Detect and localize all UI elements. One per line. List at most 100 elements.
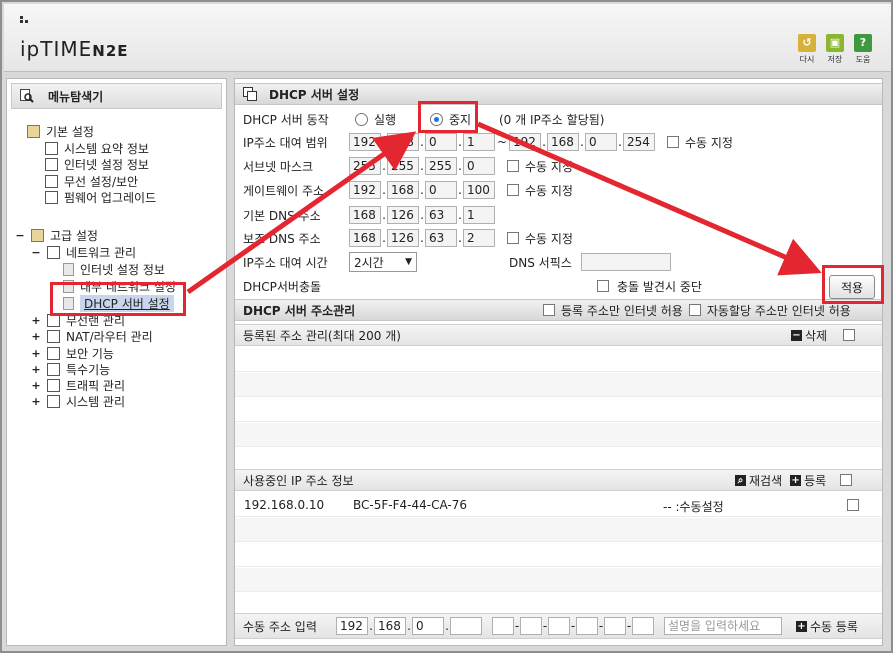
ip-range-start-octet4[interactable]: 1: [463, 133, 495, 151]
lock-icon: [47, 346, 60, 360]
manual-ip-octet2[interactable]: 168: [374, 617, 406, 635]
tree-advanced-settings[interactable]: − 고급 설정: [15, 227, 98, 243]
dns1-octet1[interactable]: 168: [349, 206, 381, 224]
tree-network-management[interactable]: − 네트워크 관리: [31, 244, 136, 260]
tree-firmware-upgrade[interactable]: 펌웨어 업그레이드: [45, 189, 156, 205]
gateway-manual-checkbox[interactable]: [507, 184, 519, 196]
tree-security[interactable]: + 보안 기능: [31, 345, 114, 361]
gateway-octet4[interactable]: 100: [463, 181, 495, 199]
manual-ip-octet4[interactable]: [450, 617, 482, 635]
expand-icon[interactable]: +: [31, 314, 41, 327]
manual-mac-6[interactable]: [632, 617, 654, 635]
collapse-icon[interactable]: −: [31, 246, 41, 259]
tree-basic-settings[interactable]: 기본 설정: [27, 123, 94, 139]
auto-only-checkbox[interactable]: [688, 304, 701, 316]
subnet-octet2[interactable]: 255: [387, 157, 419, 175]
subnet-octet3[interactable]: 255: [425, 157, 457, 175]
delete-label[interactable]: 삭제: [805, 327, 827, 344]
gateway-octet1[interactable]: 192: [349, 181, 381, 199]
ip-range-end-octet2[interactable]: 168: [547, 133, 579, 151]
gateway-octet3[interactable]: 0: [425, 181, 457, 199]
registered-only-label: 등록 주소만 인터넷 허용: [561, 303, 683, 318]
delete-icon[interactable]: −: [791, 329, 802, 341]
wireless-icon: [45, 174, 58, 188]
ip-range-end-octet4[interactable]: 254: [623, 133, 655, 151]
table-row: [235, 568, 882, 592]
rescan-label[interactable]: 재검색: [749, 472, 782, 489]
dns2-manual-label: 수동 지정: [525, 231, 573, 246]
manual-mac-2[interactable]: [520, 617, 542, 635]
dns1-octet3[interactable]: 63: [425, 206, 457, 224]
manual-ip-octet3[interactable]: 0: [412, 617, 444, 635]
manual-mac-5[interactable]: [604, 617, 626, 635]
tree-label: 인터넷 설정 정보: [80, 262, 165, 277]
ip-range-end-octet1[interactable]: 192: [509, 133, 541, 151]
manual-mac-3[interactable]: [548, 617, 570, 635]
table-row: [235, 543, 882, 567]
manual-register-label[interactable]: 수동 등록: [810, 618, 858, 635]
tree-internet-info[interactable]: 인터넷 설정 정보: [45, 156, 149, 172]
save-button[interactable]: ▣ 저장: [825, 34, 845, 65]
undo-button[interactable]: ↺ 다시: [797, 34, 817, 65]
tools-icon: [47, 362, 60, 376]
conflict-row: DHCP서버충돌 충돌 발견시 중단: [243, 276, 702, 296]
dns2-octet4[interactable]: 2: [463, 229, 495, 247]
dns-suffix-input[interactable]: [581, 253, 671, 271]
dns1-octet4[interactable]: 1: [463, 206, 495, 224]
collapse-icon[interactable]: −: [15, 229, 25, 242]
conflict-stop-checkbox[interactable]: [597, 280, 609, 292]
window-icon: [243, 87, 257, 101]
registered-only-checkbox[interactable]: [543, 304, 555, 316]
add-icon[interactable]: +: [796, 620, 807, 632]
manual-input-bar: 수동 주소 입력 192. 168. 0. - - - - - 설명을 입력하세…: [235, 613, 882, 639]
in-use-list-header: 사용중인 IP 주소 정보 ⌕ 재검색 + 등록: [235, 469, 882, 491]
subnet-octet1[interactable]: 255: [349, 157, 381, 175]
tree-internet-settings[interactable]: 인터넷 설정 정보: [63, 261, 165, 277]
tree-special-functions[interactable]: + 특수기능: [31, 361, 110, 377]
tree-wireless-security[interactable]: 무선 설정/보안: [45, 173, 138, 189]
tree-traffic-management[interactable]: + 트래픽 관리: [31, 377, 125, 393]
ip-range-start-octet2[interactable]: 168: [387, 133, 419, 151]
tree-nat-router[interactable]: + NAT/라우터 관리: [31, 328, 153, 344]
rescan-icon[interactable]: ⌕: [735, 474, 746, 486]
expand-icon[interactable]: +: [31, 330, 41, 343]
gateway-octet2[interactable]: 168: [387, 181, 419, 199]
expand-icon[interactable]: +: [31, 363, 41, 376]
dns1-octet2[interactable]: 126: [387, 206, 419, 224]
in-use-select-all-checkbox[interactable]: [840, 474, 853, 486]
dns2-octet2[interactable]: 126: [387, 229, 419, 247]
tree-label: 펌웨어 업그레이드: [64, 190, 157, 205]
ip-range-manual-checkbox[interactable]: [667, 136, 679, 148]
subnet-manual-checkbox[interactable]: [507, 160, 519, 172]
dhcp-address-management-header: DHCP 서버 주소관리 등록 주소만 인터넷 허용 자동할당 주소만 인터넷 …: [235, 299, 882, 321]
subnet-row: 서브넷 마스크 255. 255. 255. 0 수동 지정: [243, 157, 573, 175]
manual-ip-octet1[interactable]: 192: [336, 617, 368, 635]
expand-icon[interactable]: +: [31, 347, 41, 360]
add-icon[interactable]: +: [790, 474, 802, 486]
in-use-row-checkbox[interactable]: [847, 499, 859, 511]
ip-range-start-octet1[interactable]: 192: [349, 133, 381, 151]
dhcp-run-radio[interactable]: [355, 112, 368, 126]
manual-mac-1[interactable]: [492, 617, 514, 635]
dns2-octet3[interactable]: 63: [425, 229, 457, 247]
dns2-octet1[interactable]: 168: [349, 229, 381, 247]
lease-time-select[interactable]: 2시간 ▼: [349, 252, 417, 272]
expand-icon[interactable]: +: [31, 395, 41, 408]
tool-label: 저장: [827, 55, 843, 64]
register-label[interactable]: 등록: [804, 472, 826, 489]
tree-system-management[interactable]: + 시스템 관리: [31, 393, 125, 409]
manual-description-input[interactable]: 설명을 입력하세요: [664, 617, 782, 635]
ip-range-end-octet3[interactable]: 0: [585, 133, 617, 151]
manual-mac-4[interactable]: [576, 617, 598, 635]
registered-row: [235, 373, 882, 397]
subnet-octet4[interactable]: 0: [463, 157, 495, 175]
table-row: 192.168.0.10 BC-5F-F4-44-CA-76 -- :수동설정: [235, 493, 882, 517]
registered-select-all-checkbox[interactable]: [843, 329, 856, 341]
address-management-title: DHCP 서버 주소관리: [243, 303, 356, 318]
dns2-manual-checkbox[interactable]: [507, 232, 519, 244]
expand-icon[interactable]: +: [31, 379, 41, 392]
help-button[interactable]: ? 도움: [853, 34, 873, 65]
manual-input-label: 수동 주소 입력: [243, 619, 317, 634]
tree-system-summary[interactable]: 시스템 요약 정보: [45, 140, 149, 156]
ip-range-start-octet3[interactable]: 0: [425, 133, 457, 151]
